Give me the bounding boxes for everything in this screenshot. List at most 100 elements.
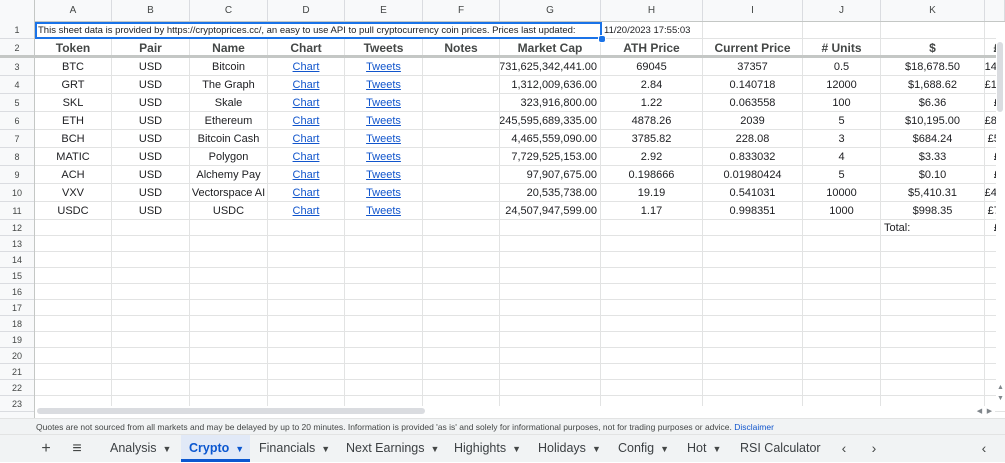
row-header[interactable]: 8 <box>0 148 34 166</box>
cell-name[interactable]: Alchemy Pay <box>190 166 268 183</box>
cell-pair[interactable]: USD <box>112 166 190 183</box>
cell[interactable] <box>112 316 190 331</box>
cell[interactable] <box>190 348 268 363</box>
cell[interactable] <box>423 268 500 283</box>
cell-usd-value[interactable]: $6.36 <box>881 94 985 111</box>
select-all-corner[interactable] <box>0 0 35 21</box>
cell[interactable] <box>345 380 423 395</box>
cell-units[interactable]: 1000 <box>803 202 881 219</box>
scroll-up-arrow[interactable]: ▲ <box>996 384 1005 391</box>
cell-name[interactable]: Ethereum <box>190 112 268 129</box>
cell[interactable] <box>703 300 803 315</box>
cell[interactable] <box>601 364 703 379</box>
cell-tweets-link[interactable]: Tweets <box>366 115 401 127</box>
cell[interactable] <box>803 252 881 267</box>
cell-chart[interactable]: Chart <box>268 76 345 93</box>
cell-chart-link[interactable]: Chart <box>293 205 320 217</box>
cell[interactable] <box>35 220 112 235</box>
cell[interactable] <box>601 332 703 347</box>
cell[interactable] <box>423 364 500 379</box>
column-header-b[interactable]: B <box>112 0 190 21</box>
row-header[interactable]: 17 <box>0 300 34 316</box>
caret-down-icon[interactable]: ▼ <box>592 444 601 454</box>
cell[interactable] <box>35 284 112 299</box>
cell-market-cap[interactable]: 731,625,342,441.00 <box>500 58 601 75</box>
horizontal-scrollbar[interactable]: ◀ ▶ <box>35 406 995 416</box>
cell[interactable] <box>881 380 985 395</box>
cell-tweets-link[interactable]: Tweets <box>366 133 401 145</box>
cell-token[interactable]: BTC <box>35 58 112 75</box>
cell[interactable] <box>803 364 881 379</box>
caret-down-icon[interactable]: ▼ <box>660 444 669 454</box>
cell-ath-price[interactable]: 2.92 <box>601 148 703 165</box>
cell[interactable] <box>803 268 881 283</box>
cell-units[interactable]: 0.5 <box>803 58 881 75</box>
column-header-e[interactable]: E <box>345 0 423 21</box>
cell[interactable] <box>500 300 601 315</box>
row-header[interactable]: 20 <box>0 348 34 364</box>
cell-tweets-link[interactable]: Tweets <box>366 61 401 73</box>
cell-current-price[interactable]: 37357 <box>703 58 803 75</box>
tab-next-earnings[interactable]: Next Earnings ▼ <box>338 435 445 462</box>
cell[interactable] <box>268 268 345 283</box>
cell-current-price[interactable]: 228.08 <box>703 130 803 147</box>
cell-tweets[interactable]: Tweets <box>345 148 423 165</box>
cell-chart[interactable]: Chart <box>268 148 345 165</box>
cell-name[interactable]: Bitcoin Cash <box>190 130 268 147</box>
cell-chart[interactable]: Chart <box>268 58 345 75</box>
cell[interactable] <box>703 252 803 267</box>
tab-analysis[interactable]: Analysis ▼ <box>102 435 180 462</box>
cell-pair[interactable]: USD <box>112 76 190 93</box>
cell-token[interactable]: USDC <box>35 202 112 219</box>
cell-notes[interactable] <box>423 58 500 75</box>
cell[interactable] <box>268 300 345 315</box>
cell-chart[interactable]: Chart <box>268 166 345 183</box>
collapse-tabs-icon[interactable]: ‹ <box>975 435 993 462</box>
cell[interactable] <box>345 300 423 315</box>
row-header[interactable]: 9 <box>0 166 34 184</box>
cell-current-price[interactable]: 0.541031 <box>703 184 803 201</box>
caret-down-icon[interactable]: ▼ <box>163 444 172 454</box>
cell[interactable] <box>112 348 190 363</box>
cell-usd-value[interactable]: $684.24 <box>881 130 985 147</box>
cell[interactable] <box>268 220 345 235</box>
cell-current-price[interactable]: 2039 <box>703 112 803 129</box>
cell[interactable] <box>345 348 423 363</box>
cell-chart-link[interactable]: Chart <box>293 115 320 127</box>
column-header-d[interactable]: D <box>268 0 345 21</box>
cell[interactable] <box>500 252 601 267</box>
cell[interactable] <box>500 332 601 347</box>
tab-crypto[interactable]: Crypto ▼ <box>181 435 250 462</box>
cell-current-price[interactable]: 0.01980424 <box>703 166 803 183</box>
cell[interactable] <box>190 268 268 283</box>
cell[interactable] <box>345 268 423 283</box>
cell-current-price[interactable]: 0.063558 <box>703 94 803 111</box>
cell[interactable] <box>881 284 985 299</box>
row-header[interactable]: 4 <box>0 76 34 94</box>
cell-chart-link[interactable]: Chart <box>293 169 320 181</box>
cell[interactable] <box>881 236 985 251</box>
row-header[interactable]: 19 <box>0 332 34 348</box>
row-header[interactable]: 3 <box>0 58 34 76</box>
cell-ath-price[interactable]: 4878.26 <box>601 112 703 129</box>
cell[interactable] <box>35 364 112 379</box>
cell[interactable] <box>112 252 190 267</box>
cell-tweets[interactable]: Tweets <box>345 184 423 201</box>
cell-usd-value[interactable]: $0.10 <box>881 166 985 183</box>
cell-token[interactable]: MATIC <box>35 148 112 165</box>
vertical-scroll-thumb[interactable] <box>997 42 1003 112</box>
cell[interactable] <box>703 220 803 235</box>
cell[interactable] <box>35 332 112 347</box>
cell[interactable] <box>703 348 803 363</box>
cell[interactable] <box>423 236 500 251</box>
cell-tweets-link[interactable]: Tweets <box>366 169 401 181</box>
cell-ath-price[interactable]: 1.17 <box>601 202 703 219</box>
cell[interactable] <box>268 252 345 267</box>
cell-notes[interactable] <box>423 94 500 111</box>
column-header-k[interactable]: K <box>881 0 985 21</box>
cell[interactable] <box>500 284 601 299</box>
cell-tweets[interactable]: Tweets <box>345 166 423 183</box>
cell[interactable] <box>881 268 985 283</box>
row-header[interactable]: 13 <box>0 236 34 252</box>
cell-ath-price[interactable]: 19.19 <box>601 184 703 201</box>
